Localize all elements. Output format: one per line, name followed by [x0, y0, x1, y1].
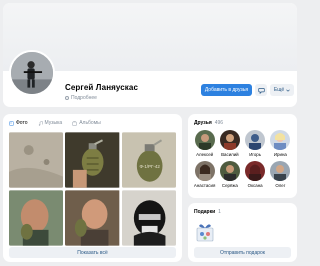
grenade-label: Ф-1/РГ-42	[139, 164, 160, 169]
photo-thumbnail[interactable]	[9, 190, 64, 246]
tab-music-label: Музыка	[44, 120, 63, 126]
media-tabs: Фото Музыка Альбомы	[9, 120, 101, 126]
friend-name: Игорь	[249, 152, 262, 157]
photo-thumbnail[interactable]	[9, 132, 64, 188]
friend-avatar	[219, 130, 240, 150]
send-gift-button[interactable]: Отправить подарок	[194, 247, 291, 258]
more-button[interactable]: Ещё	[270, 84, 294, 96]
friend-name: Ирина	[273, 152, 287, 157]
friend-avatar	[194, 130, 215, 150]
friend-item[interactable]: Серёжа	[217, 161, 242, 188]
tab-photos-label: Фото	[16, 120, 28, 126]
gifts-title: Подарки	[194, 209, 216, 215]
add-friend-button[interactable]: Добавить в друзья	[201, 84, 252, 96]
photo-icon	[9, 120, 14, 126]
avatar[interactable]	[9, 50, 55, 96]
friend-avatar	[245, 130, 266, 150]
tab-albums-label: Альбомы	[79, 120, 101, 126]
friends-grid: Алексей Василий Игорь Ирина Анастасия Се…	[192, 130, 293, 188]
friend-name: Оксана	[247, 183, 263, 188]
message-button[interactable]	[255, 84, 267, 96]
photo-thumbnail[interactable]	[65, 132, 120, 188]
friend-name: Олег	[275, 183, 286, 188]
friend-item[interactable]: Анастасия	[192, 161, 217, 188]
friends-card: Друзья 496 Алексей Василий Игорь Ирина Ан…	[188, 114, 297, 198]
friend-item[interactable]: Ирина	[268, 130, 293, 157]
album-icon	[72, 120, 77, 126]
gifts-header[interactable]: Подарки 1	[194, 209, 221, 215]
friend-item[interactable]: Алексей	[192, 130, 217, 157]
tab-photos[interactable]: Фото	[9, 120, 28, 126]
friend-avatar	[270, 161, 291, 181]
music-icon	[38, 120, 43, 126]
photo-grid: Ф-1/РГ-42	[9, 132, 176, 246]
photo-thumbnail[interactable]: Ф-1/РГ-42	[121, 132, 176, 188]
profile-header-card: Сергей Ланяускас Подробнее Добавить в др…	[3, 3, 297, 107]
gift-icon[interactable]	[195, 220, 215, 242]
media-card: Фото Музыка Альбомы Ф-1/РГ-42 Показать в…	[3, 114, 182, 262]
friend-avatar	[219, 161, 240, 181]
friend-name: Василий	[221, 152, 239, 157]
gifts-count: 1	[218, 209, 221, 215]
friend-item[interactable]: Василий	[217, 130, 242, 157]
friend-avatar	[245, 161, 266, 181]
friend-name: Алексей	[196, 152, 214, 157]
friend-avatar	[194, 161, 215, 181]
profile-details-label: Подробнее	[71, 95, 97, 101]
friends-title: Друзья	[194, 120, 212, 126]
show-all-button[interactable]: Показать всё	[9, 247, 176, 258]
friend-item[interactable]: Олег	[268, 161, 293, 188]
tab-music[interactable]: Музыка	[38, 120, 63, 126]
more-label: Ещё	[273, 87, 285, 93]
photo-thumbnail[interactable]	[65, 190, 120, 246]
chevron-down-icon	[286, 89, 290, 92]
info-icon	[65, 96, 69, 100]
friends-count: 496	[214, 120, 224, 126]
photo-thumbnail[interactable]	[121, 190, 176, 246]
friend-item[interactable]: Игорь	[243, 130, 268, 157]
gifts-card: Подарки 1 Отправить подарок	[188, 203, 297, 262]
friend-name: Анастасия	[193, 183, 216, 188]
profile-name: Сергей Ланяускас	[65, 83, 138, 92]
tab-albums[interactable]: Альбомы	[72, 120, 101, 126]
profile-details-link[interactable]: Подробнее	[65, 95, 97, 101]
friend-avatar	[270, 130, 291, 150]
friend-name: Серёжа	[221, 183, 238, 188]
friend-item[interactable]: Оксана	[243, 161, 268, 188]
friends-header[interactable]: Друзья 496	[194, 120, 223, 126]
message-icon	[257, 87, 265, 94]
